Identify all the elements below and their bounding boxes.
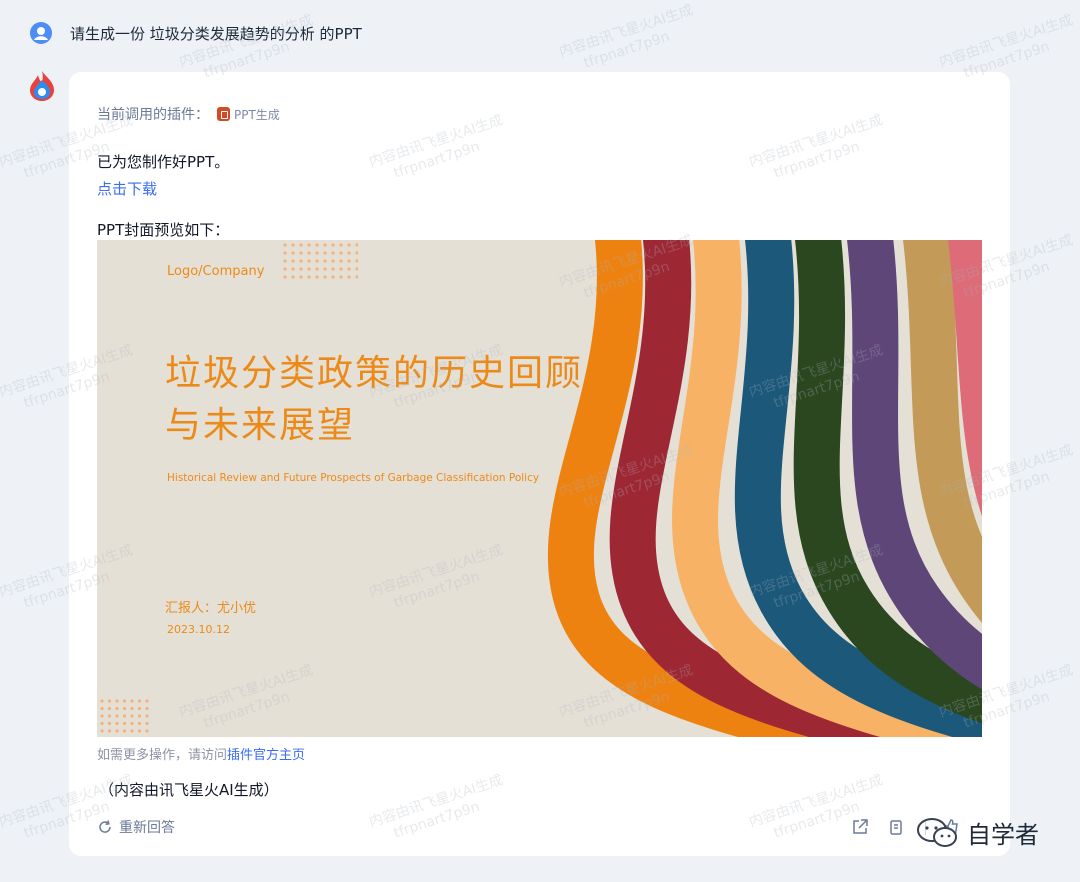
slide-subtitle: Historical Review and Future Prospects o…: [167, 472, 540, 484]
wechat-icon: [917, 817, 957, 847]
watermark-text: 内容由讯飞星火AI生成 tfrpnart7p9n: [367, 772, 505, 842]
plugin-label: 当前调用的插件：: [97, 107, 209, 123]
user-avatar-icon: [30, 22, 52, 44]
dot-pattern-bottom: [100, 699, 149, 733]
plugin-row: 当前调用的插件： PPT生成: [97, 104, 280, 124]
slide-logo-text: Logo/Company: [167, 264, 265, 279]
download-link[interactable]: 点击下载: [97, 178, 157, 199]
spark-logo-icon: [30, 71, 54, 101]
plugin-homepage-link[interactable]: 插件官方主页: [227, 748, 305, 763]
watermark-text: 内容由讯飞星火AI生成 tfrpnart7p9n: [747, 112, 885, 182]
plugin-name: PPT生成: [234, 107, 280, 122]
watermark-text: 内容由讯飞星火AI生成 tfrpnart7p9n: [557, 2, 695, 72]
slide-title: 垃圾分类政策的历史回顾与未来展望: [165, 353, 584, 446]
brand-watermark: 自学者: [915, 815, 1039, 850]
slide-reporter: 汇报人：尤小优: [165, 601, 257, 616]
refresh-icon: [99, 820, 111, 833]
stripes-graphic: [547, 240, 982, 737]
made-text: 已为您制作好PPT。: [97, 153, 230, 171]
copy-icon[interactable]: [885, 816, 907, 838]
share-icon[interactable]: [849, 816, 871, 838]
slide-date: 2023.10.12: [167, 623, 230, 636]
regenerate-label: 重新回答: [119, 820, 175, 836]
user-message-row: 请生成一份 垃圾分类发展趋势的分析 的PPT: [30, 22, 362, 44]
generated-note: （内容由讯飞星火AI生成）: [99, 781, 279, 799]
regenerate-button[interactable]: 重新回答: [97, 817, 175, 837]
more-ops-prefix: 如需更多操作，请访问: [97, 748, 228, 763]
watermark-text: 内容由讯飞星火AI生成 tfrpnart7p9n: [367, 112, 505, 182]
plugin-chip[interactable]: PPT生成: [217, 106, 280, 123]
brand-watermark-text: 自学者: [967, 821, 1039, 849]
dot-pattern-top: [283, 243, 358, 279]
user-message-text: 请生成一份 垃圾分类发展趋势的分析 的PPT: [70, 24, 362, 43]
response-card: 当前调用的插件： PPT生成 已为您制作好PPT。 点击下载 PPT封面预览如下…: [0, 2, 1075, 856]
more-ops-text: 如需更多操作，请访问插件官方主页: [97, 744, 305, 763]
preview-label: PPT封面预览如下：: [97, 221, 230, 239]
ppt-icon: [217, 107, 230, 121]
watermark-text: 内容由讯飞星火AI生成 tfrpnart7p9n: [937, 12, 1075, 82]
ppt-cover-preview: Logo/Company 垃圾分类政策的历史回顾与未来展望 Historical…: [97, 240, 982, 737]
